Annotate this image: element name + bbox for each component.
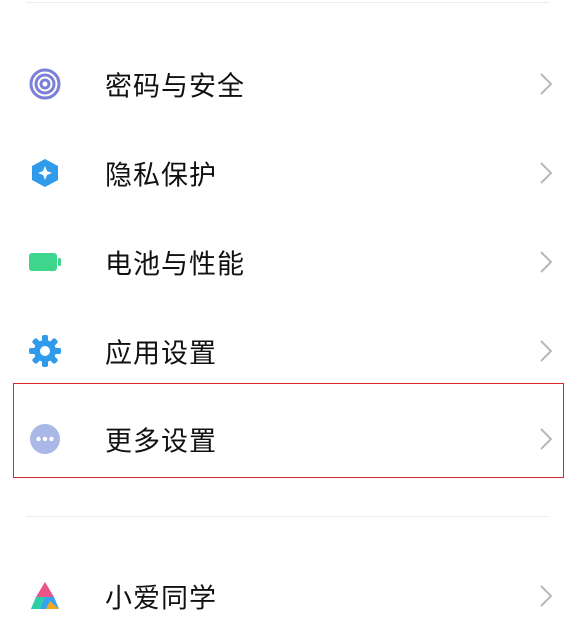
settings-item-password-security[interactable]: 密码与安全 <box>0 40 587 128</box>
fingerprint-icon <box>28 67 62 101</box>
xiaoai-icon <box>28 579 62 613</box>
gear-icon <box>28 334 62 368</box>
top-divider <box>26 2 549 3</box>
settings-item-xiaoai[interactable]: 小爱同学 <box>0 552 587 640</box>
settings-item-battery-performance[interactable]: 电池与性能 <box>0 218 587 306</box>
settings-item-app-settings[interactable]: 应用设置 <box>0 307 587 395</box>
settings-item-label: 更多设置 <box>105 426 217 458</box>
chevron-right-icon <box>540 251 553 273</box>
chevron-right-icon <box>540 73 553 95</box>
settings-item-more-settings[interactable]: 更多设置 <box>0 395 587 483</box>
chevron-right-icon <box>540 340 553 362</box>
settings-item-label: 应用设置 <box>105 338 217 370</box>
section-divider <box>26 516 549 517</box>
battery-icon <box>28 245 62 279</box>
more-dots-icon <box>28 422 62 456</box>
settings-item-privacy[interactable]: 隐私保护 <box>0 129 587 217</box>
privacy-shield-icon <box>28 156 62 190</box>
chevron-right-icon <box>540 162 553 184</box>
settings-item-label: 小爱同学 <box>105 583 217 615</box>
settings-item-label: 密码与安全 <box>105 71 245 103</box>
chevron-right-icon <box>540 585 553 607</box>
settings-item-label: 隐私保护 <box>105 160 217 192</box>
chevron-right-icon <box>540 428 553 450</box>
settings-item-label: 电池与性能 <box>105 249 245 281</box>
